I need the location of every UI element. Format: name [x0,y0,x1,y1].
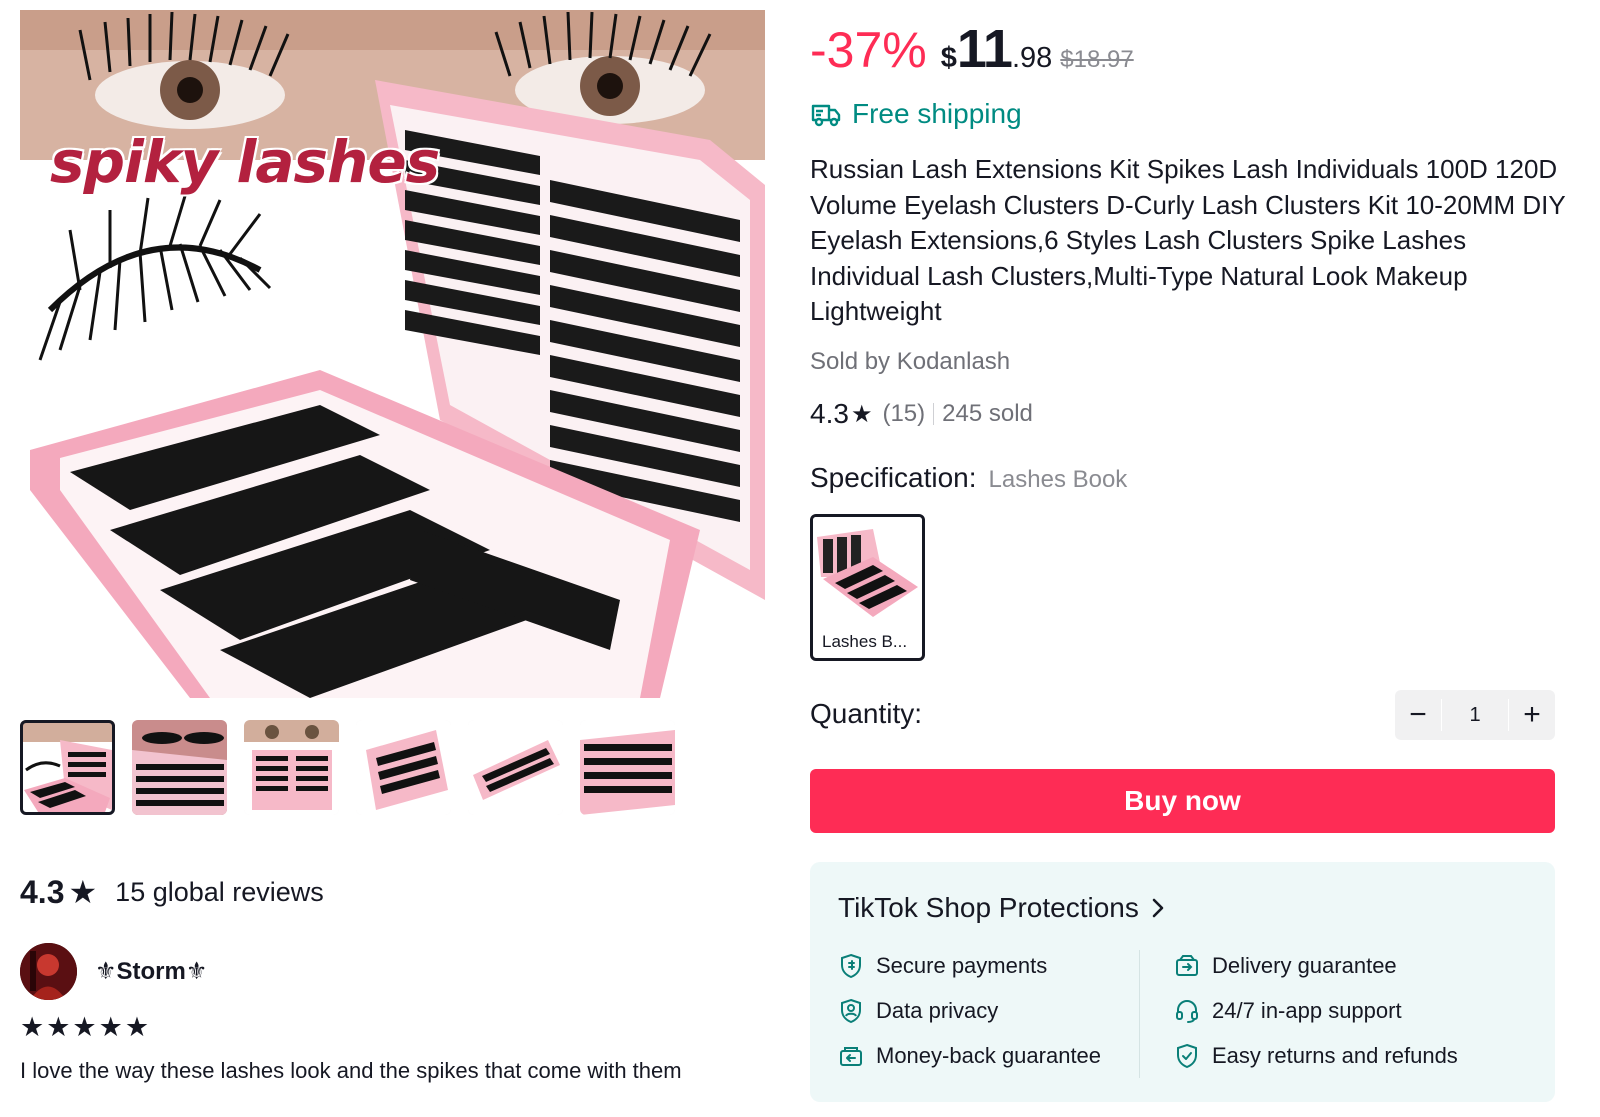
rating-row[interactable]: 4.3 ★ (15) 245 sold [810,398,1033,430]
discount-badge: -37% [810,22,927,78]
rating-score: 4.3 [810,398,849,429]
protection-label: Secure payments [876,953,1048,978]
protection-label: Money-back guarantee [876,1043,1102,1068]
truck-icon [811,104,841,127]
increase-quantity-button[interactable]: + [1509,690,1555,740]
protections-title: TikTok Shop Protections [838,892,1139,923]
rating-count: (15) [882,400,926,427]
protections-header-link[interactable]: TikTok Shop Protections [838,892,1165,924]
buy-now-button[interactable]: Buy now [810,769,1555,833]
headset-icon [1176,1000,1198,1023]
price-decimal: .98 [1011,42,1053,74]
product-main-image[interactable]: spiky lashes [20,10,765,698]
product-title: Russian Lash Extensions Kit Spikes Lash … [810,154,1566,326]
divider [1139,950,1140,1078]
star-icon: ★ [68,874,98,910]
protection-label: Easy returns and refunds [1212,1043,1458,1068]
protection-item: Data privacy [838,998,998,1024]
variant-option-lashes-book[interactable]: Lashes B... [810,514,925,661]
protection-item: Delivery guarantee [1174,953,1397,979]
protection-label: Data privacy [876,998,999,1023]
quantity-stepper: − 1 + [1395,690,1555,740]
variant-thumbnail [813,517,922,621]
protection-label: Delivery guarantee [1212,953,1397,978]
price-currency: $ [940,42,957,74]
shop-protections-panel: TikTok Shop Protections Secure payments … [810,862,1555,1102]
quantity-label: Quantity: [810,698,923,729]
money-back-icon [840,1047,862,1066]
specification-label: Specification: [810,462,977,493]
price-integer: 11 [956,19,1013,79]
chevron-right-icon [1152,898,1164,918]
variant-label: Lashes B... [822,632,908,651]
shipping-info: Free shipping [810,98,1022,130]
review-average-score: 4.3 [20,873,65,910]
review-summary: 4.3 ★ 15 global reviews [20,873,324,911]
sold-count: 245 sold [942,400,1033,427]
protection-item: Money-back guarantee [838,1043,1101,1069]
protection-item: Secure payments [838,953,1047,979]
protection-item: Easy returns and refunds [1174,1043,1458,1069]
seller-link[interactable]: Sold by Kodanlash [810,348,1010,376]
specification-value: Lashes Book [988,466,1128,493]
thumbnail-2[interactable] [132,720,227,815]
review-count: 15 global reviews [115,876,324,907]
thumbnail-4[interactable] [356,720,451,815]
thumbnail-6[interactable] [580,720,675,815]
reviewer-name[interactable]: ⚜Storm⚜ [95,957,207,986]
thumbnail-strip [20,720,675,815]
avatar[interactable] [20,943,77,1000]
shield-check-icon [1177,1043,1197,1069]
thumbnail-1[interactable] [20,720,115,815]
protection-item: 24/7 in-app support [1174,998,1402,1024]
shield-user-icon [841,998,861,1024]
review-author: ⚜Storm⚜ [20,943,207,1000]
specification: Specification: Lashes Book [810,462,1127,494]
review-star-rating: ★★★★★ [20,1012,152,1042]
quantity-input[interactable]: 1 [1441,699,1509,731]
delivery-box-icon [1176,955,1198,976]
free-shipping-label: Free shipping [852,98,1022,129]
image-caption: spiky lashes [50,128,440,196]
thumbnail-5[interactable] [468,720,563,815]
price-row: -37% $ 11 .98 $18.97 [810,18,1134,80]
star-icon: ★ [850,400,873,428]
protection-label: 24/7 in-app support [1212,998,1402,1023]
review-text: I love the way these lashes look and the… [20,1058,682,1083]
original-price: $18.97 [1060,46,1134,73]
decrease-quantity-button[interactable]: − [1395,690,1441,740]
thumbnail-3[interactable] [244,720,339,815]
separator [933,403,935,425]
shield-payment-icon [841,953,861,979]
